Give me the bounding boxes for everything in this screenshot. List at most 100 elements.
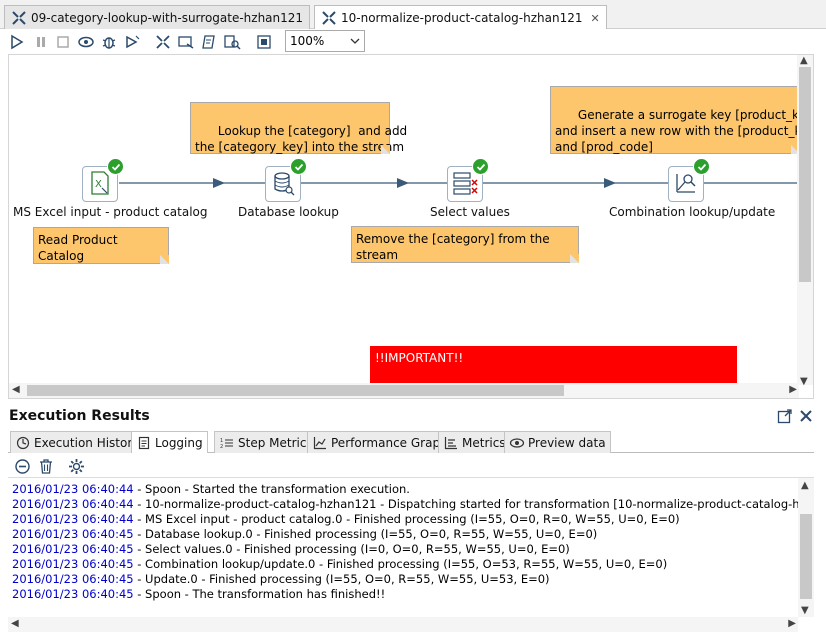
note-important[interactable]: !!IMPORTANT!!: [370, 346, 737, 383]
note-fold: [160, 255, 169, 264]
pause-icon[interactable]: [31, 32, 51, 52]
tab-label: 09-category-lookup-with-surrogate-hzhan1…: [31, 10, 304, 25]
preview-icon[interactable]: [76, 32, 96, 52]
chevron-down-icon: [350, 34, 360, 51]
svg-text:X: X: [95, 179, 102, 190]
metrics-icon: [443, 435, 459, 451]
step-label: MS Excel input - product catalog: [13, 205, 208, 219]
note-surrogate-key[interactable]: Generate a surrogate key [product_key] a…: [550, 86, 813, 154]
sql-icon[interactable]: [199, 32, 219, 52]
run-icon[interactable]: [7, 32, 27, 52]
replay-icon[interactable]: [122, 32, 142, 52]
success-check-icon: [693, 158, 710, 175]
log-message: - 10-normalize-product-catalog-hzhan121 …: [133, 497, 814, 511]
note-remove-category[interactable]: Remove the [category] from the stream: [351, 226, 579, 263]
note-read-product-catalog[interactable]: Read Product Catalog: [33, 227, 169, 264]
scroll-left-icon[interactable]: ◀: [11, 618, 19, 629]
success-check-icon: [472, 158, 489, 175]
canvas-horizontal-scrollbar[interactable]: ◀ ▶: [9, 383, 799, 398]
log-output[interactable]: 2016/01/23 06:40:44 - Spoon - Started th…: [8, 477, 814, 617]
log-timestamp: 2016/01/23 06:40:45: [12, 557, 134, 571]
log-line: 2016/01/23 06:40:45 - Select values.0 - …: [12, 542, 570, 557]
show-results-icon[interactable]: [254, 32, 274, 52]
gear-icon[interactable]: [68, 458, 85, 478]
transformation-toolbar: 100%: [0, 29, 826, 54]
tab-step-metrics[interactable]: 12 Step Metrics: [214, 431, 318, 453]
scroll-left-icon[interactable]: ◀: [12, 384, 20, 395]
log-line: 2016/01/23 06:40:45 - Database lookup.0 …: [12, 527, 597, 542]
scroll-thumb[interactable]: [800, 514, 812, 599]
execution-results-header: Execution Results: [0, 402, 826, 430]
log-horizontal-scrollbar[interactable]: ◀ ▶: [8, 617, 798, 632]
log-timestamp: 2016/01/23 06:40:45: [12, 572, 134, 586]
history-icon: [15, 435, 31, 451]
clear-log-icon[interactable]: [14, 458, 31, 478]
log-message: - Update.0 - Finished processing (I=55, …: [133, 572, 550, 586]
step-label: Select values: [430, 205, 510, 219]
excel-icon: X: [88, 170, 112, 199]
note-text: Lookup the [category] and add the [categ…: [195, 124, 408, 154]
transformation-icon: [11, 10, 27, 26]
tab-label: Execution History: [34, 435, 140, 450]
scroll-down-icon[interactable]: ▼: [801, 603, 809, 617]
note-lookup-category[interactable]: Lookup the [category] and add the [categ…: [190, 102, 407, 154]
database-icon: [271, 170, 295, 199]
log-message: - Combination lookup/update.0 - Finished…: [133, 557, 668, 571]
log-message: - MS Excel input - product catalog.0 - F…: [133, 512, 680, 526]
tab-label: Logging: [155, 435, 203, 450]
eye-icon: [509, 435, 525, 451]
spoon-window: 09-category-lookup-with-surrogate-hzhan1…: [0, 0, 826, 635]
trash-icon[interactable]: [38, 458, 54, 478]
scroll-thumb[interactable]: [27, 385, 564, 396]
close-icon[interactable]: [797, 407, 815, 425]
explore-db-icon[interactable]: [222, 32, 242, 52]
logging-toolbar: [8, 455, 814, 477]
scroll-down-icon[interactable]: ▼: [800, 376, 808, 387]
tab-10-normalize-product-catalog[interactable]: 10-normalize-product-catalog-hzhan121 ✕: [314, 5, 607, 30]
scroll-thumb[interactable]: [799, 67, 811, 282]
step-label: Combination lookup/update: [609, 205, 776, 219]
log-line: 2016/01/23 06:40:44 - MS Excel input - p…: [12, 512, 680, 527]
debug-icon[interactable]: [99, 32, 119, 52]
tab-logging[interactable]: Logging: [131, 431, 208, 453]
scroll-right-icon[interactable]: ▶: [788, 618, 796, 629]
check-icon[interactable]: [153, 32, 173, 52]
log-line: 2016/01/23 06:40:44 - Spoon - Started th…: [12, 482, 410, 497]
scroll-right-icon[interactable]: ▶: [789, 384, 797, 395]
impact-icon[interactable]: [176, 32, 196, 52]
maximize-icon[interactable]: [776, 407, 794, 425]
log-timestamp: 2016/01/23 06:40:44: [12, 512, 134, 526]
log-message: - Spoon - The transformation has finishe…: [133, 587, 386, 601]
tab-performance-graph[interactable]: Performance Graph: [307, 431, 453, 453]
scroll-up-icon[interactable]: ▲: [801, 478, 809, 493]
note-text: Remove the [category] from the stream: [356, 232, 550, 262]
success-check-icon: [290, 158, 307, 175]
note-text: Generate a surrogate key [product_key] a…: [555, 108, 814, 154]
tab-preview-data[interactable]: Preview data: [504, 431, 611, 453]
tab-label: Step Metrics: [238, 435, 313, 450]
transformation-canvas[interactable]: Lookup the [category] and add the [categ…: [8, 54, 814, 399]
tab-execution-history[interactable]: Execution History: [10, 431, 145, 453]
log-message: - Spoon - Started the transformation exe…: [133, 482, 410, 496]
numbered-list-icon: 12: [219, 435, 235, 451]
zoom-select[interactable]: 100%: [285, 30, 365, 52]
note-fold: [570, 254, 579, 263]
tab-09-category-lookup[interactable]: 09-category-lookup-with-surrogate-hzhan1…: [4, 5, 311, 29]
log-timestamp: 2016/01/23 06:40:44: [12, 497, 134, 511]
note-fold: [381, 145, 390, 154]
select-values-icon: [451, 170, 479, 199]
log-file-icon: [136, 435, 152, 451]
canvas-vertical-scrollbar[interactable]: ▲ ▼: [797, 55, 813, 387]
tab-metrics[interactable]: Metrics: [438, 431, 511, 453]
stop-icon[interactable]: [53, 32, 73, 52]
zoom-value: 100%: [290, 34, 325, 48]
combination-icon: [673, 170, 699, 199]
log-timestamp: 2016/01/23 06:40:44: [12, 482, 134, 496]
note-text: !!IMPORTANT!!: [375, 351, 464, 365]
close-icon[interactable]: ✕: [590, 12, 599, 25]
log-vertical-scrollbar[interactable]: ▲ ▼: [798, 478, 814, 617]
scroll-up-icon[interactable]: ▲: [800, 55, 808, 66]
log-line: 2016/01/23 06:40:45 - Combination lookup…: [12, 557, 667, 572]
log-timestamp: 2016/01/23 06:40:45: [12, 587, 134, 601]
log-timestamp: 2016/01/23 06:40:45: [12, 527, 134, 541]
